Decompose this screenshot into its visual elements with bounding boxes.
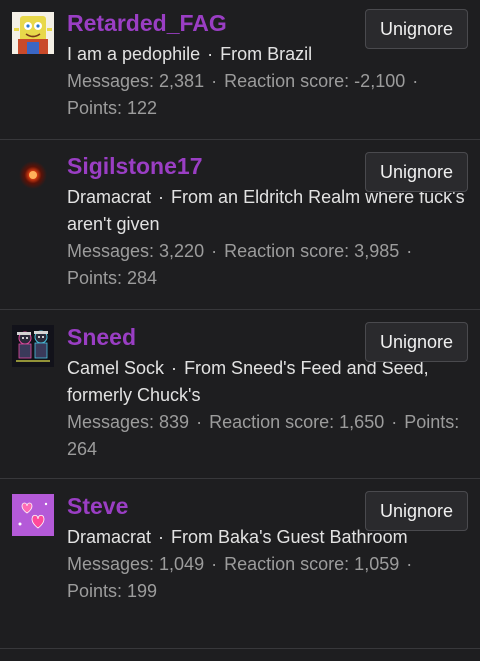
user-stats: Messages: 2,381 · Reaction score: -2,100… bbox=[67, 68, 466, 122]
separator: · bbox=[207, 44, 214, 64]
unignore-button[interactable]: Unignore bbox=[365, 491, 468, 531]
separator: · bbox=[158, 187, 165, 207]
glowing-orb-avatar bbox=[12, 154, 54, 196]
user-info-line: Dramacrat · From an Eldritch Realm where… bbox=[67, 184, 466, 238]
user-stats: Messages: 1,049 · Reaction score: 1,059 … bbox=[67, 551, 466, 605]
member-row: Sigilstone17 Dramacrat · From an Eldritc… bbox=[0, 140, 480, 310]
separator: · bbox=[406, 554, 413, 574]
pink-hearts-avatar bbox=[12, 494, 54, 536]
separator: · bbox=[412, 71, 419, 91]
user-stats: Messages: 3,220 · Reaction score: 3,985 … bbox=[67, 238, 466, 292]
separator: · bbox=[406, 241, 413, 261]
user-info-line: Camel Sock · From Sneed's Feed and Seed,… bbox=[67, 355, 466, 409]
avatar[interactable] bbox=[12, 325, 54, 367]
reaction-score: Reaction score: 1,650 bbox=[209, 412, 385, 432]
member-row: Sneed Camel Sock · From Sneed's Feed and… bbox=[0, 310, 480, 479]
ignored-members-list: Retarded_FAG I am a pedophile · From Bra… bbox=[0, 0, 480, 649]
separator: · bbox=[211, 71, 218, 91]
unignore-button[interactable]: Unignore bbox=[365, 152, 468, 192]
separator: · bbox=[158, 527, 165, 547]
separator: · bbox=[171, 358, 178, 378]
separator: · bbox=[211, 241, 218, 261]
user-location: From Brazil bbox=[220, 44, 313, 64]
avatar[interactable] bbox=[12, 12, 54, 54]
user-title: Camel Sock bbox=[67, 358, 165, 378]
separator: · bbox=[391, 412, 398, 432]
separator: · bbox=[196, 412, 203, 432]
user-title: Dramacrat bbox=[67, 187, 152, 207]
user-title: Dramacrat bbox=[67, 527, 152, 547]
cartoon-duo-avatar bbox=[12, 325, 54, 367]
points-count: Points: 122 bbox=[67, 98, 158, 118]
unignore-button[interactable]: Unignore bbox=[365, 9, 468, 49]
separator: · bbox=[211, 554, 218, 574]
messages-count: Messages: 839 bbox=[67, 412, 190, 432]
user-title: I am a pedophile bbox=[67, 44, 201, 64]
points-count: Points: 284 bbox=[67, 268, 158, 288]
user-stats: Messages: 839 · Reaction score: 1,650 · … bbox=[67, 409, 466, 463]
sponge-cartoon-avatar bbox=[12, 12, 54, 54]
messages-count: Messages: 1,049 bbox=[67, 554, 205, 574]
reaction-score: Reaction score: -2,100 bbox=[224, 71, 406, 91]
reaction-score: Reaction score: 1,059 bbox=[224, 554, 400, 574]
member-row: Retarded_FAG I am a pedophile · From Bra… bbox=[0, 0, 480, 140]
messages-count: Messages: 2,381 bbox=[67, 71, 205, 91]
points-count: Points: 199 bbox=[67, 581, 158, 601]
reaction-score: Reaction score: 3,985 bbox=[224, 241, 400, 261]
unignore-button[interactable]: Unignore bbox=[365, 322, 468, 362]
member-row: Steve Dramacrat · From Baka's Guest Bath… bbox=[0, 479, 480, 649]
messages-count: Messages: 3,220 bbox=[67, 241, 205, 261]
avatar[interactable] bbox=[12, 494, 54, 536]
avatar[interactable] bbox=[12, 154, 54, 196]
